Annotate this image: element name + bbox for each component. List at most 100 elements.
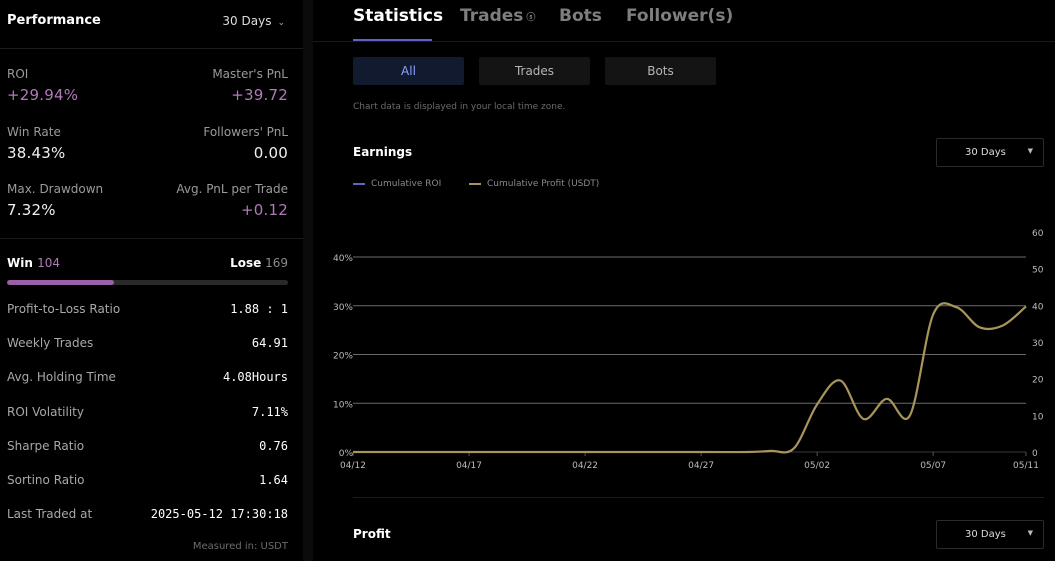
stat-value: 2025-05-12 17:30:18 [150, 507, 288, 521]
stat-value: 0.76 [259, 439, 288, 453]
tab-followers[interactable]: Follower(s) [626, 6, 733, 26]
stat-label: Sortino Ratio [7, 473, 85, 487]
y-right-tick-label: 20 [1032, 376, 1044, 386]
y-left-tick-label: 30% [333, 303, 353, 313]
followers-pnl-value: 0.00 [253, 144, 288, 162]
y-right-tick-label: 60 [1032, 229, 1044, 239]
stat-value: 7.11% [251, 405, 288, 419]
win-label: Win [7, 256, 33, 270]
lose-text: Lose 169 [230, 256, 288, 270]
divider [353, 497, 1044, 498]
profit-title: Profit [353, 527, 391, 541]
divider [0, 238, 303, 239]
filter-trades-button[interactable]: Trades [479, 57, 590, 85]
y-left-tick-label: 40% [333, 254, 353, 264]
masters-pnl-value: +39.72 [231, 86, 288, 104]
stat-label: Last Traded at [7, 507, 93, 521]
stat-value: 64.91 [251, 336, 288, 350]
caret-down-icon: ▼ [1027, 529, 1033, 537]
stat-weekly-trades: Weekly Trades 64.91 [7, 336, 288, 356]
roi-value: +29.94% [7, 86, 79, 104]
earnings-chart[interactable]: 0% 10% 20% 30% 40% 0 10 20 30 40 50 60 04/12 04/17 04/… [313, 220, 1055, 470]
lose-label: Lose [230, 256, 262, 270]
circle-info-icon: ⓢ [526, 12, 536, 23]
masters-pnl-label: Master's PnL [212, 67, 288, 81]
earnings-title: Earnings [353, 145, 413, 159]
max-drawdown-label: Max. Drawdown [7, 182, 104, 196]
win-rate-value: 38.43% [7, 144, 66, 162]
panel-separator [303, 0, 313, 561]
stat-last-traded: Last Traded at 2025-05-12 17:30:18 [7, 507, 288, 527]
x-tick-label: 04/22 [572, 461, 598, 470]
metric-row-drawdown: Max. Drawdown 7.32% Avg. PnL per Trade +… [7, 182, 288, 222]
profit-series-line [352, 302, 1027, 454]
legend-label-roi: Cumulative ROI [371, 179, 442, 189]
win-lose-bar [7, 280, 288, 285]
stat-sortino-ratio: Sortino Ratio 1.64 [7, 473, 288, 493]
legend-item-profit[interactable]: Cumulative Profit (USDT) [469, 179, 599, 189]
stat-sharpe-ratio: Sharpe Ratio 0.76 [7, 439, 288, 459]
stat-profit-loss-ratio: Profit-to-Loss Ratio 1.88 : 1 [7, 302, 288, 322]
metric-row-win-rate: Win Rate 38.43% Followers' PnL 0.00 [7, 125, 288, 165]
legend-item-roi[interactable]: Cumulative ROI [353, 179, 441, 189]
filter-all-button[interactable]: All [353, 57, 464, 85]
x-tick-label: 04/27 [688, 461, 714, 470]
lose-count: 169 [265, 256, 288, 270]
tab-bots[interactable]: Bots [559, 6, 602, 26]
tab-trades[interactable]: Trades ⓢ [460, 6, 535, 26]
y-right-tick-label: 30 [1032, 339, 1044, 349]
legend-swatch-profit [469, 182, 481, 185]
stat-value: 1.64 [259, 473, 288, 487]
stat-value: 1.88 : 1 [230, 302, 288, 316]
win-fill [7, 280, 115, 285]
roi-label: ROI [7, 67, 29, 81]
y-left-tick-label: 0% [339, 449, 354, 459]
stat-value: 4.08Hours [222, 370, 288, 384]
stat-roi-volatility: ROI Volatility 7.11% [7, 405, 288, 425]
y-right-tick-label: 50 [1032, 266, 1044, 276]
x-tick-label: 05/02 [804, 461, 830, 470]
stat-label: Weekly Trades [7, 336, 94, 350]
earnings-period-select[interactable]: 30 Days ▼ [936, 138, 1044, 167]
timezone-note: Chart data is displayed in your local ti… [353, 102, 566, 112]
y-left-tick-label: 10% [333, 400, 353, 410]
earnings-period-label: 30 Days [965, 147, 1006, 158]
stat-label: Avg. Holding Time [7, 370, 116, 384]
caret-down-icon: ▼ [1027, 147, 1033, 155]
avg-pnl-label: Avg. PnL per Trade [176, 182, 288, 196]
y-right-tick-label: 40 [1032, 302, 1044, 312]
tab-statistics[interactable]: Statistics [353, 6, 443, 26]
tab-trades-label: Trades [460, 6, 524, 26]
legend-swatch-roi [353, 182, 365, 185]
y-right-tick-label: 10 [1032, 412, 1044, 422]
x-tick-label: 05/07 [920, 461, 946, 470]
performance-period-label: 30 Days [222, 14, 272, 28]
statistics-panel: Statistics Trades ⓢ Bots Follower(s) All … [313, 0, 1055, 561]
performance-header: Performance 30 Days ⌄ [0, 0, 303, 49]
performance-panel: Performance 30 Days ⌄ ROI +29.94% Master'… [0, 0, 303, 561]
win-text: Win 104 [7, 256, 60, 270]
stat-label: Profit-to-Loss Ratio [7, 302, 121, 316]
win-count: 104 [37, 256, 60, 270]
x-tick-label: 04/17 [456, 461, 482, 470]
max-drawdown-value: 7.32% [7, 201, 56, 219]
x-tick-label: 04/12 [340, 461, 366, 470]
chevron-down-icon: ⌄ [277, 18, 285, 28]
measured-note: Measured in: USDT [192, 541, 288, 552]
y-right-tick-label: 0 [1032, 449, 1038, 459]
legend-label-profit: Cumulative Profit (USDT) [487, 179, 600, 189]
performance-title: Performance [7, 13, 101, 28]
performance-period-select[interactable]: 30 Days ⌄ [222, 14, 285, 28]
avg-pnl-value: +0.12 [241, 201, 288, 219]
profit-period-select[interactable]: 30 Days ▼ [936, 520, 1044, 549]
x-tick-label: 05/11 [1013, 461, 1039, 470]
filter-bots-button[interactable]: Bots [605, 57, 716, 85]
tabs-divider [313, 41, 1055, 42]
profit-period-label: 30 Days [965, 529, 1006, 540]
win-rate-label: Win Rate [7, 125, 61, 139]
metric-row-roi: ROI +29.94% Master's PnL +39.72 [7, 67, 288, 107]
followers-pnl-label: Followers' PnL [203, 125, 288, 139]
stat-avg-holding-time: Avg. Holding Time 4.08Hours [7, 370, 288, 390]
y-left-tick-label: 20% [333, 352, 353, 362]
stat-label: ROI Volatility [7, 405, 84, 419]
